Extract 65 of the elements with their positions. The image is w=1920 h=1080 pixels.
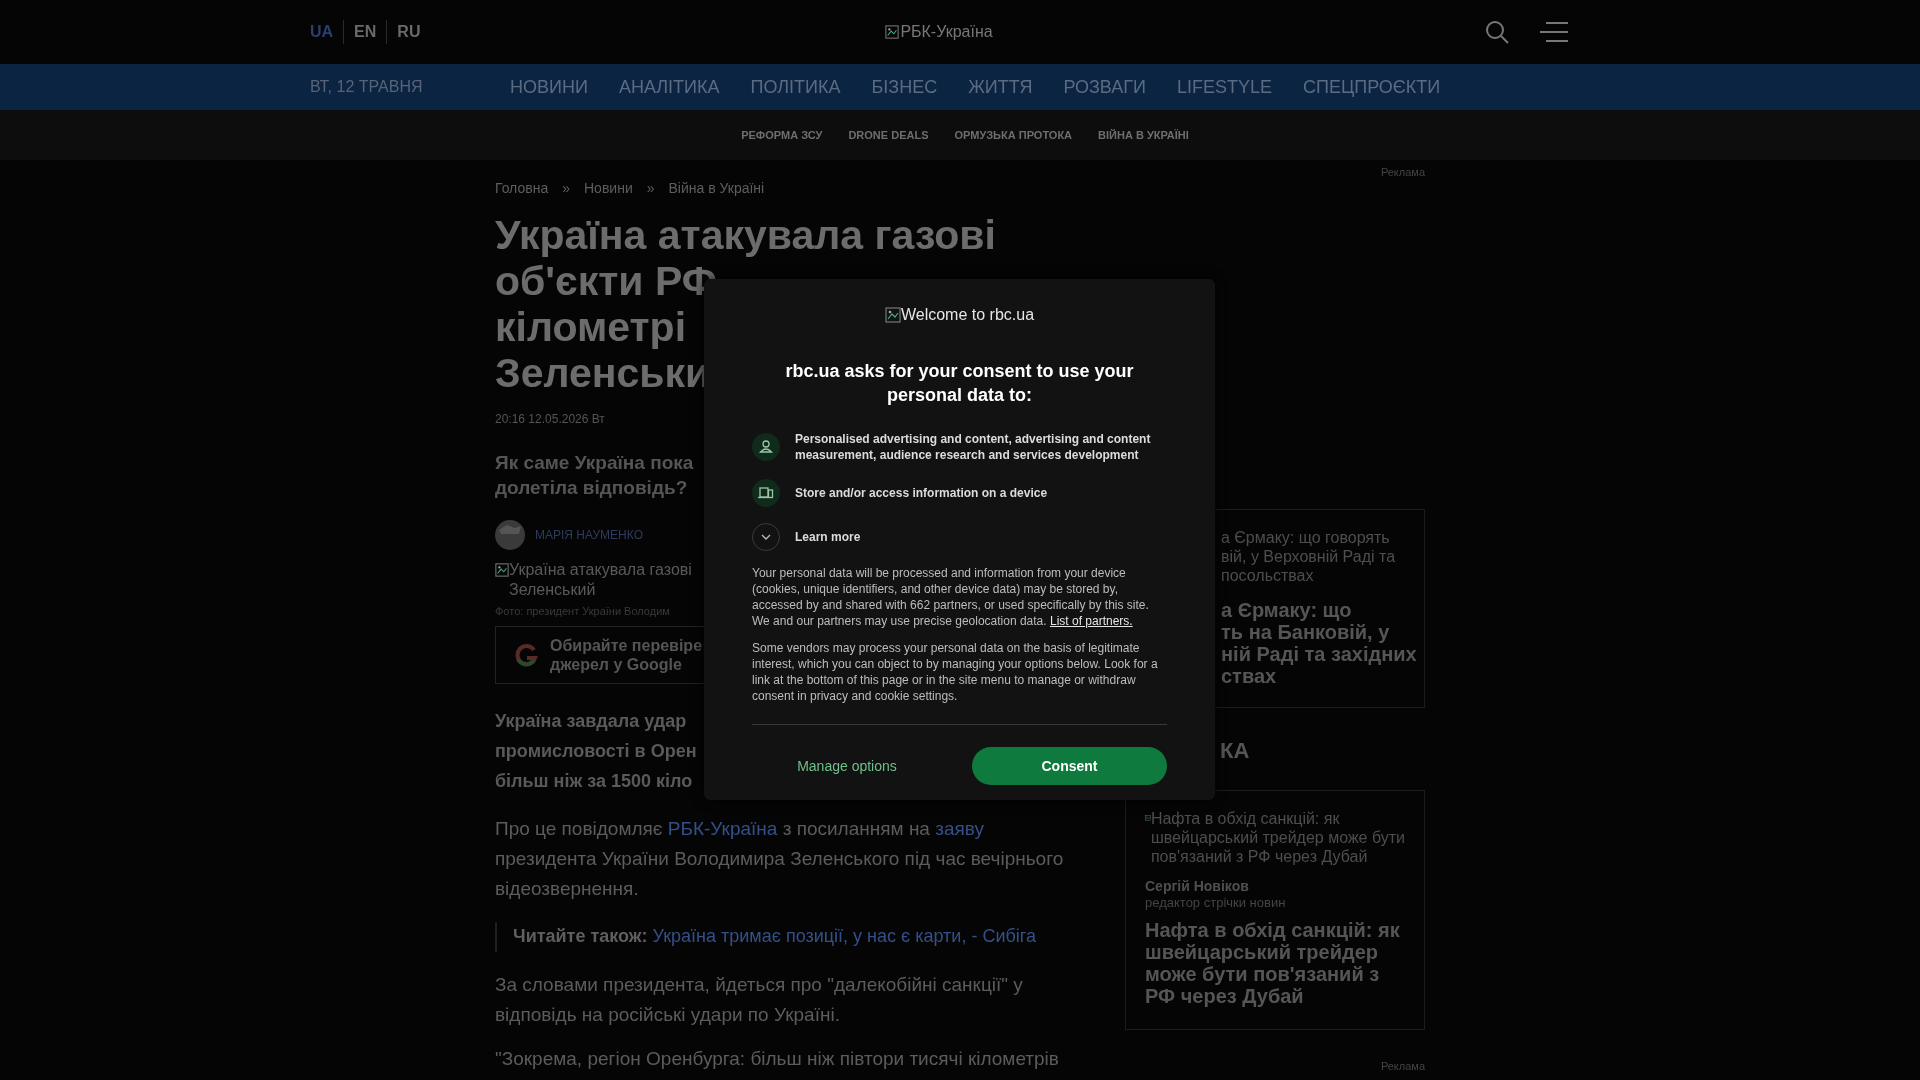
manage-options-button[interactable]: Manage options [752, 747, 942, 785]
headline-line: Зеленськи [495, 350, 711, 396]
search-icon[interactable] [1484, 19, 1510, 45]
article-paragraph: За словами президента, йдеться про "далекобійні санкції" у відповідь на російські удари по Україні. [495, 972, 1024, 1027]
headline-line: кілометрі [495, 304, 687, 350]
breadcrumb-separator: » [562, 178, 570, 198]
nav-link[interactable]: LIFESTYLE [1177, 73, 1273, 101]
breadcrumb-link[interactable]: Новини [584, 177, 633, 199]
headline-line: Україна атакувала газові [495, 212, 996, 258]
article-lead-paragraph: Україна завдала удар промисловості в Орен більш ніж за 1500 кіло [495, 709, 697, 793]
logo-alt-text[interactable]: РБК-Україна [900, 20, 993, 44]
author-link[interactable]: МАРІЯ НАУМЕНКО [535, 526, 643, 544]
date-text: ВТ, 12 ТРАВНЯ [310, 77, 424, 97]
consent-button[interactable]: Consent [972, 747, 1167, 785]
google-promo-text: Обирайте перевіре джерел у Google [550, 635, 703, 674]
breadcrumb-link[interactable]: Головна [495, 177, 549, 199]
read-also-label: Читайте також: [513, 925, 648, 948]
learn-more-toggle[interactable]: Learn more [795, 528, 861, 546]
nav-link[interactable]: РОЗВАГИ [1063, 73, 1146, 101]
nav-link[interactable]: ПОЛІТИКА [750, 73, 841, 101]
text-link[interactable]: заяву [935, 817, 984, 839]
section-heading: КА [1219, 737, 1251, 764]
dialog-heading: rbc.ua asks for your consent to use your personal data to: [784, 360, 1135, 407]
author-avatar [495, 520, 525, 550]
card-title[interactable]: Нафта в обхід санкцій: як швейцарський трейдер може бути пов'язаний з РФ через Дубай [1145, 918, 1405, 1007]
breadcrumb-separator: » [646, 178, 655, 198]
broken-image-icon [885, 25, 900, 39]
language-link[interactable]: UA [310, 20, 344, 44]
ad-label: Реклама [1380, 165, 1425, 180]
image-alt-text: Нафта в обхід санкцій: як швейцарський трейдер може бути пов'язаний з РФ через Дубай [1150, 808, 1405, 866]
article-paragraph: Про це повідомляє РБК-Україна з посиланням на заяву президента України Володимира Зеленського під час вечірнього відеозвернення. [495, 816, 1065, 901]
purpose-text: Personalised advertising and content, advertising and content measurement, audience research and services development [795, 431, 1152, 463]
topic-link[interactable]: ВІЙНА В УКРАЇНІ [1098, 126, 1189, 144]
language-link[interactable]: EN [343, 20, 387, 44]
broken-image-icon [495, 563, 509, 577]
device-icon [752, 479, 780, 507]
broken-image-icon [884, 307, 901, 323]
image-alt-text: а Єрмаку: що говорять вій, у Верховній Раді та посольствах [1221, 527, 1397, 585]
dialog-logo-text: Welcome to rbc.ua [900, 305, 1035, 325]
publish-date: 20:16 12.05.2026 Вт [495, 411, 605, 428]
nav-link[interactable]: ЖИТТЯ [968, 73, 1033, 101]
purpose-text: Store and/or access information on a device [795, 485, 1048, 501]
person-icon [752, 433, 780, 461]
topic-link[interactable]: ОРМУЗЬКА ПРОТОКА [954, 126, 1073, 144]
google-icon [514, 642, 538, 667]
nav-link[interactable]: БІЗНЕС [871, 73, 938, 101]
nav-link[interactable]: АНАЛІТИКА [618, 73, 720, 101]
topic-link[interactable]: РЕФОРМА ЗСУ [741, 126, 823, 144]
menu-icon[interactable] [1540, 19, 1568, 45]
article-lede: Як саме Україна пока долетіла відповідь? [495, 451, 694, 500]
text-link[interactable]: РБК-Україна [667, 817, 778, 839]
nav-link[interactable]: СПЕЦПРОЄКТИ [1303, 73, 1441, 101]
card-title[interactable]: а Єрмаку: що ть на Банковій, у ній Раді та західних ствах [1221, 598, 1424, 687]
author-name[interactable]: Сергій Новіков [1145, 877, 1405, 895]
ad-label: Реклама [1380, 1058, 1425, 1074]
breadcrumb-link[interactable]: Війна в Україні [668, 177, 765, 199]
nav-link[interactable]: НОВИНИ [510, 73, 588, 101]
news-card[interactable] [1125, 789, 1425, 1030]
chevron-icon[interactable] [752, 523, 780, 551]
image-alt-text: Україна атакувала газові Зеленський [509, 560, 692, 600]
language-link[interactable]: RU [386, 20, 431, 44]
article-paragraph: "Зокрема, регіон Оренбурга: більш ніж півтори тисячі кілометрів [495, 1047, 1060, 1070]
author-role: редактор стрічки новин [1145, 894, 1287, 911]
topic-link[interactable]: DRONE DEALS [848, 126, 929, 144]
related-article-link[interactable]: Україна тримає позиції, у нас є карти, - Сибіга [652, 923, 1036, 950]
